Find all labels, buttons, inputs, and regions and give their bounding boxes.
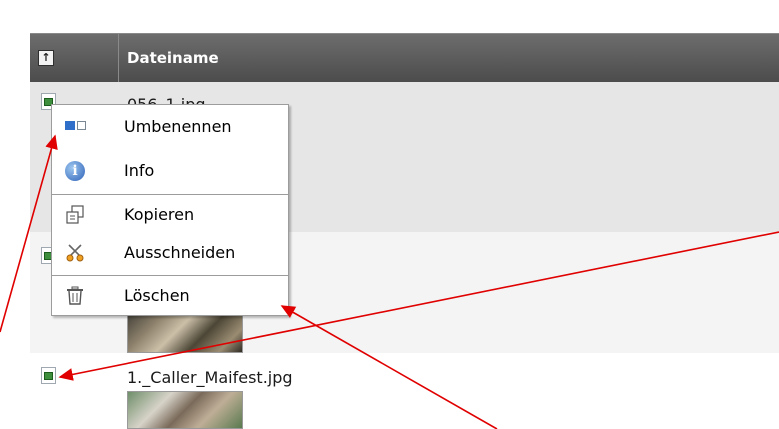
annotation-arrow: [280, 305, 498, 429]
annotation-arrow: [58, 231, 779, 381]
annotation-arrow: [0, 134, 58, 333]
annotation-arrows: [0, 134, 779, 429]
